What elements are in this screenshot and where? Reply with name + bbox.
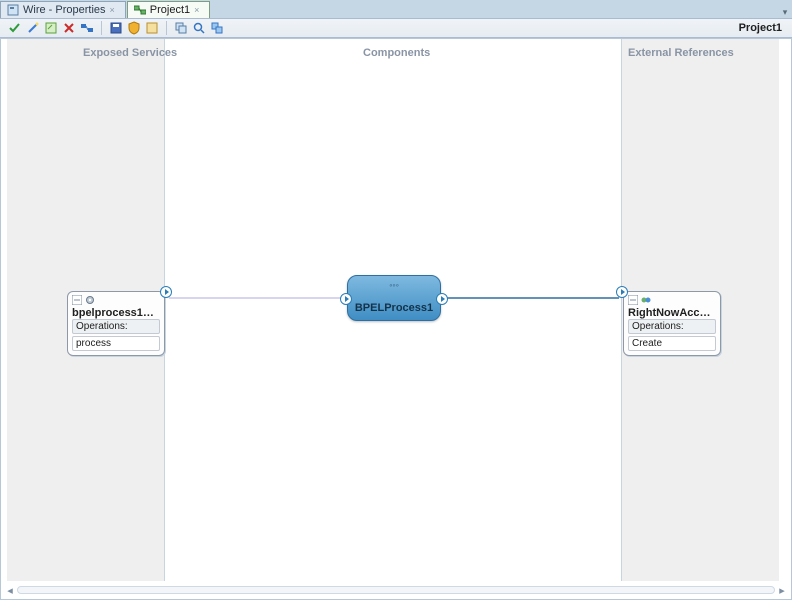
scroll-left-icon[interactable]: ◂: [5, 585, 15, 595]
component-out-port[interactable]: [436, 293, 448, 305]
lane-title-components: Components: [363, 47, 430, 59]
tab-wire-properties[interactable]: Wire - Properties ×: [0, 1, 126, 18]
tab-project1[interactable]: Project1 ×: [127, 1, 211, 18]
service-out-port[interactable]: [160, 286, 172, 298]
policy-icon[interactable]: [144, 20, 160, 36]
gear-icon: [85, 295, 95, 305]
shield-icon[interactable]: [126, 20, 142, 36]
adapter-icon: [641, 295, 651, 305]
composite-canvas[interactable]: Exposed Services Components External Ref…: [0, 38, 792, 600]
tab-label: Wire - Properties: [23, 4, 106, 16]
ops-label: Operations:: [72, 319, 160, 334]
scroll-track[interactable]: [17, 586, 775, 594]
copy-icon[interactable]: [173, 20, 189, 36]
project-breadcrumb: Project1: [739, 22, 788, 34]
toolbar: Project1: [0, 18, 792, 38]
bpel-component-node[interactable]: ◦◦◦ BPELProcess1: [347, 275, 441, 321]
properties-icon: [7, 4, 19, 16]
tabs-overflow-icon[interactable]: ▾: [778, 7, 792, 18]
component-in-port[interactable]: [340, 293, 352, 305]
exposed-service-node[interactable]: bpelprocess1_clie... Operations: process: [67, 291, 165, 356]
bpel-icon: ◦◦◦: [348, 280, 440, 290]
ops-value: process: [72, 336, 160, 351]
ops-label: Operations:: [628, 319, 716, 334]
external-reference-node[interactable]: RightNowAccount... Operations: Create: [623, 291, 721, 356]
toolbar-separator: [101, 21, 102, 35]
collapse-icon[interactable]: [72, 295, 82, 305]
scroll-right-icon[interactable]: ▸: [777, 585, 787, 595]
reference-in-port[interactable]: [616, 286, 628, 298]
tab-bar: Wire - Properties × Project1 × ▾: [0, 0, 792, 18]
validate-icon[interactable]: [7, 20, 23, 36]
close-icon[interactable]: ×: [110, 5, 115, 15]
search-icon[interactable]: [191, 20, 207, 36]
lane-title-external: External References: [628, 47, 734, 59]
save-icon[interactable]: [108, 20, 124, 36]
tab-label: Project1: [150, 4, 190, 16]
close-icon[interactable]: ×: [194, 5, 199, 15]
cascade-icon[interactable]: [209, 20, 225, 36]
wand-icon[interactable]: [25, 20, 41, 36]
service-title: bpelprocess1_clie...: [72, 307, 160, 319]
lane-title-exposed: Exposed Services: [83, 47, 177, 59]
ops-value: Create: [628, 336, 716, 351]
reference-title: RightNowAccount...: [628, 307, 716, 319]
horizontal-scrollbar[interactable]: ◂ ▸: [5, 583, 787, 597]
collapse-icon[interactable]: [628, 295, 638, 305]
composite-icon[interactable]: [79, 20, 95, 36]
edit-icon[interactable]: [43, 20, 59, 36]
delete-icon[interactable]: [61, 20, 77, 36]
composite-icon: [134, 4, 146, 16]
toolbar-separator: [166, 21, 167, 35]
component-label: BPELProcess1: [355, 302, 433, 314]
